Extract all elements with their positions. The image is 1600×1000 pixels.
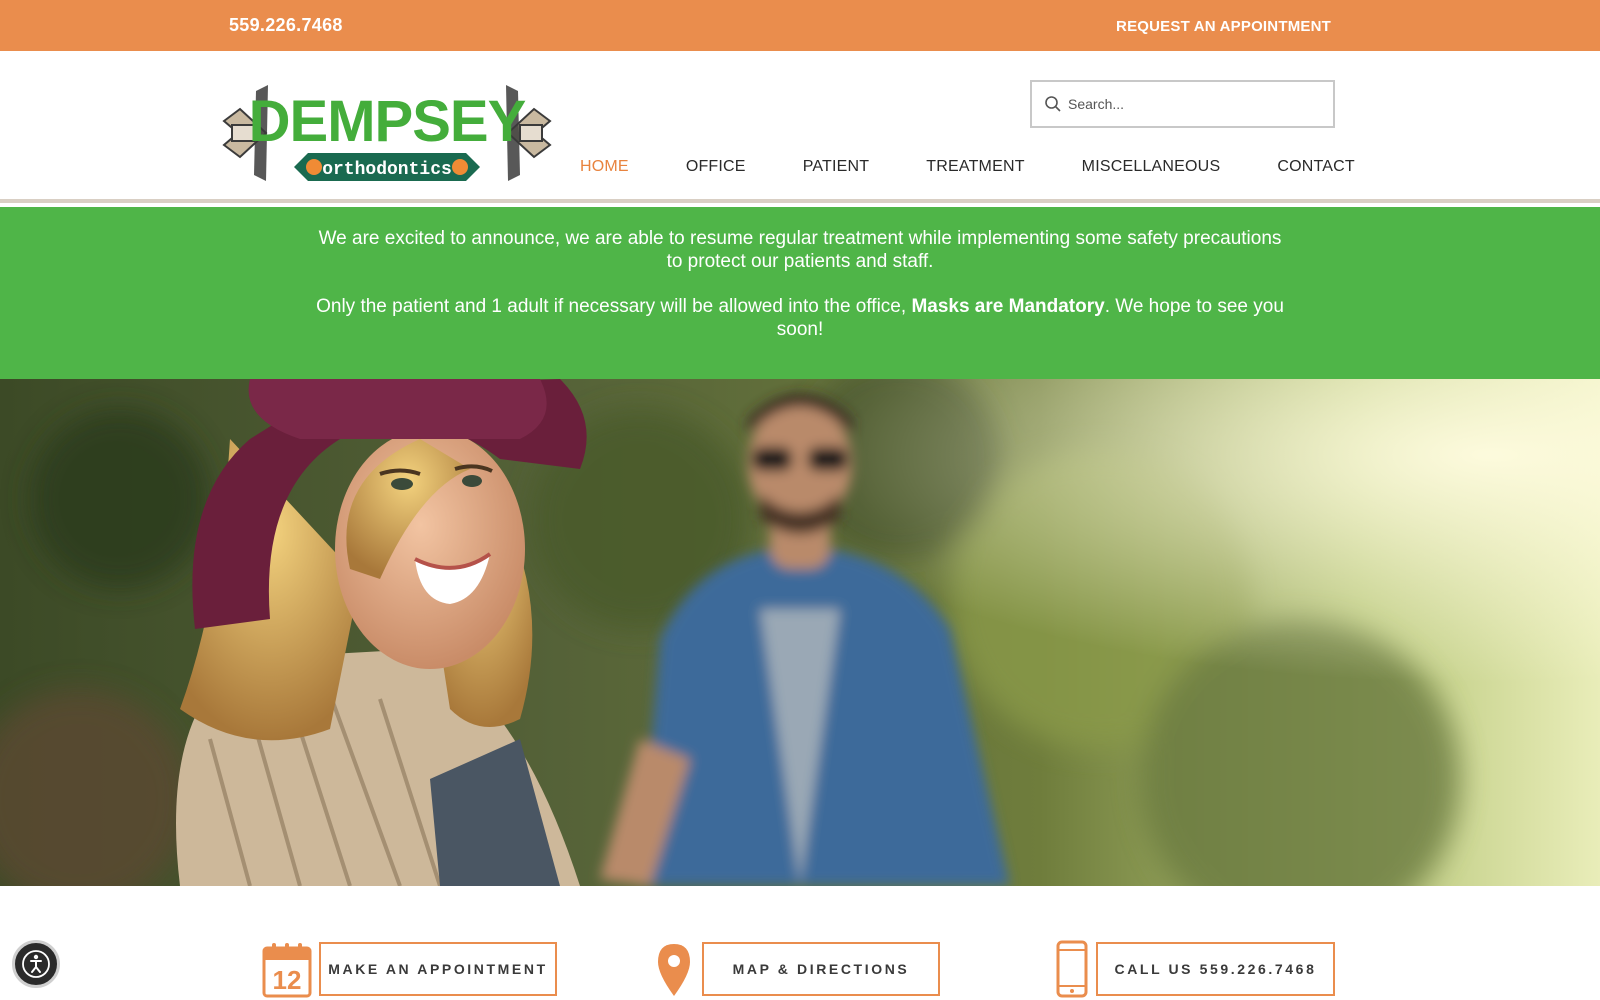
map-directions-button[interactable]: MAP & DIRECTIONS — [702, 942, 940, 996]
svg-text:12: 12 — [273, 965, 302, 995]
logo-wordmark: DEMPSEY — [249, 89, 526, 154]
search-icon — [1045, 96, 1061, 112]
nav-item-patient[interactable]: PATIENT — [803, 158, 870, 182]
hero-image — [0, 379, 1600, 886]
nav-item-home[interactable]: HOME — [580, 158, 629, 182]
nav-item-treatment[interactable]: TREATMENT — [926, 158, 1024, 182]
nav-item-office[interactable]: OFFICE — [686, 158, 746, 182]
dempsey-orthodontics-logo[interactable]: DEMPSEY orthodontics — [222, 81, 552, 185]
masks-mandatory-text: Masks are Mandatory — [911, 296, 1105, 317]
make-appointment-button[interactable]: MAKE AN APPOINTMENT — [319, 942, 557, 996]
calendar-icon: 12 — [262, 943, 312, 998]
site-header: DEMPSEY orthodontics HOME OFFICE PATIENT… — [0, 51, 1600, 203]
nav-item-contact[interactable]: CONTACT — [1277, 158, 1355, 182]
phone-icon — [1056, 940, 1088, 998]
top-bar: 559.226.7468 REQUEST AN APPOINTMENT — [0, 0, 1600, 51]
announcement-banner: We are excited to announce, we are able … — [0, 207, 1600, 379]
logo-tagline: orthodontics — [322, 160, 452, 180]
quick-actions: 12 MAKE AN APPOINTMENT MAP & DIRECTIONS … — [0, 938, 1600, 1000]
request-appointment-link[interactable]: REQUEST AN APPOINTMENT — [1116, 18, 1331, 35]
nav-item-miscellaneous[interactable]: MISCELLANEOUS — [1082, 158, 1221, 182]
main-nav: HOME OFFICE PATIENT TREATMENT MISCELLANE… — [580, 158, 1355, 182]
search-input[interactable] — [1068, 88, 1328, 120]
announcement-line-2: Only the patient and 1 adult if necessar… — [316, 296, 1284, 340]
announcement-line-1: We are excited to announce, we are able … — [318, 228, 1282, 272]
top-phone-number[interactable]: 559.226.7468 — [229, 15, 343, 36]
accessibility-button[interactable] — [12, 940, 60, 988]
call-us-button[interactable]: CALL US 559.226.7468 — [1096, 942, 1335, 996]
accessibility-icon — [22, 950, 50, 978]
search-box[interactable] — [1030, 80, 1335, 128]
map-pin-icon — [658, 944, 690, 996]
